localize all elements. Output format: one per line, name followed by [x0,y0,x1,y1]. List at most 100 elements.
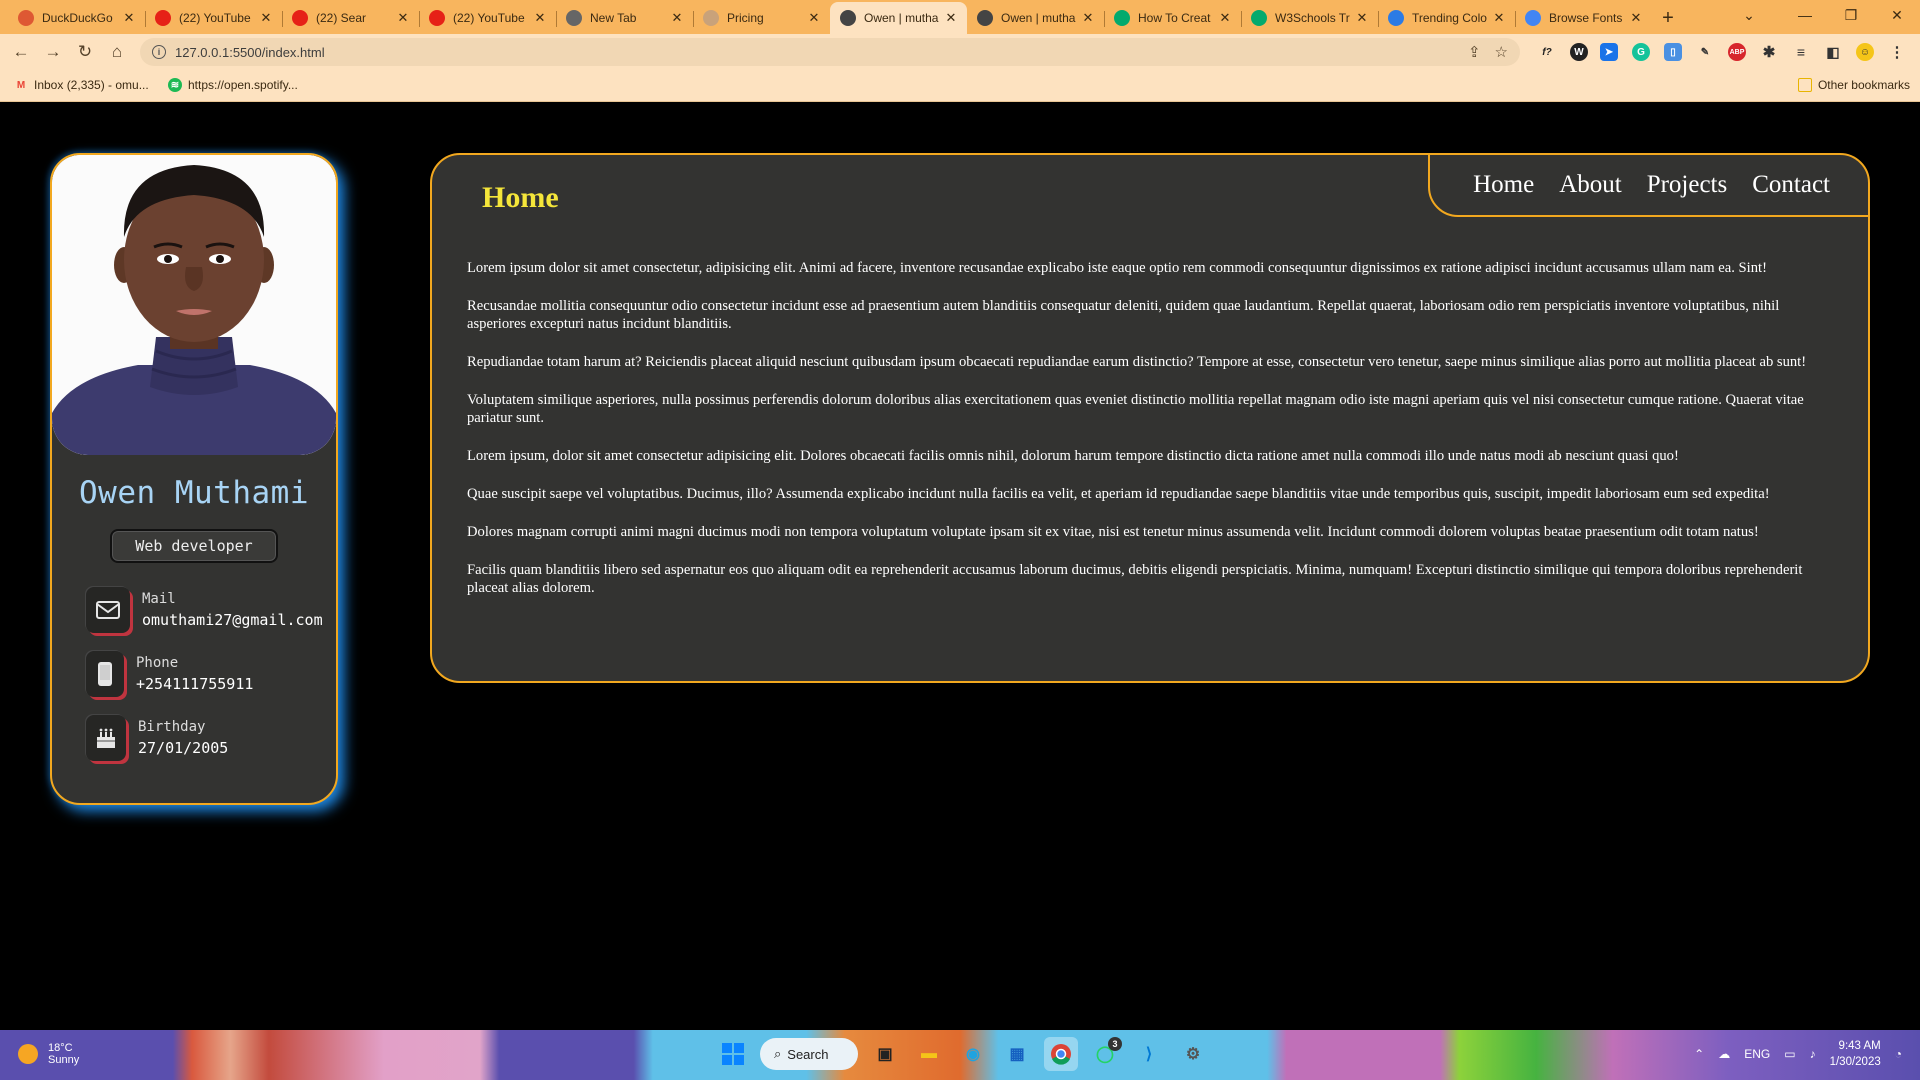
color-picker-icon[interactable]: ✎ [1696,43,1714,61]
windows-start-icon[interactable] [716,1037,750,1071]
browser-tab[interactable]: W3Schools Tr ✕ [1241,2,1378,34]
browser-tab[interactable]: (22) YouTube ✕ [145,2,282,34]
bookmark-star-icon[interactable]: ☆ [1495,43,1508,61]
adblock-icon[interactable]: ABP [1728,43,1746,61]
toolbar: ← → ↻ ⌂ i 127.0.0.1:5500/index.html ⇪ ☆ … [0,34,1920,70]
bookmark-gmail[interactable]: M Inbox (2,335) - omu... [14,78,149,92]
side-panel-icon[interactable]: ◧ [1824,43,1842,61]
nav-about[interactable]: About [1559,171,1622,199]
tab-search-icon[interactable]: ⌄ [1726,0,1772,30]
search-label: Search [787,1046,829,1062]
close-tab-icon[interactable]: ✕ [943,10,959,26]
site-info-icon[interactable]: i [152,45,166,59]
profile-name: Owen Muthami [79,475,309,511]
other-bookmarks-label: Other bookmarks [1817,78,1910,92]
forward-icon[interactable]: → [42,41,64,63]
profile-avatar-icon[interactable]: ☺ [1856,43,1874,61]
taskbar-apps: ⌕ Search ▣ ▬ ◉ ▦ ◯ 3 ⟩ ⚙ [716,1037,1210,1071]
duckduckgo-icon [18,10,34,26]
nav-home[interactable]: Home [1473,171,1534,199]
tab-title: (22) YouTube [179,11,251,25]
back-icon[interactable]: ← [10,41,32,63]
menu-kebab-icon[interactable]: ⋮ [1888,43,1906,61]
close-tab-icon[interactable]: ✕ [806,10,822,26]
system-tray: ⌃ ☁ ENG ▭ ♪ 9:43 AM 1/30/2023 ◔ [1694,1038,1902,1070]
bookmark-spotify[interactable]: ≋ https://open.spotify... [168,78,298,92]
time-text: 9:43 AM [1838,1040,1881,1052]
close-tab-icon[interactable]: ✕ [395,10,411,26]
cake-icon [86,715,126,761]
globe-icon [977,10,993,26]
weather-widget[interactable]: 18°C Sunny [18,1042,79,1066]
weather-desc: Sunny [48,1054,80,1066]
paragraph: Voluptatem similique asperiores, nulla p… [467,392,1804,426]
reading-list-icon[interactable]: ≡ [1792,43,1810,61]
navbar: Home About Projects Contact [1428,155,1868,217]
browser-tab[interactable]: Owen | mutha ✕ [830,2,967,34]
taskbar-search[interactable]: ⌕ Search [760,1038,858,1070]
browser-tab[interactable]: DuckDuckGo ✕ [8,2,145,34]
new-tab-button[interactable]: + [1652,2,1684,34]
edge-icon[interactable]: ◉ [956,1037,990,1071]
whatsapp-icon[interactable]: ◯ 3 [1088,1037,1122,1071]
contact-label: Birthday [138,719,206,735]
fontface-ninja-icon[interactable]: f? [1538,43,1556,61]
onedrive-cloud-icon[interactable]: ☁ [1718,1047,1730,1061]
notification-bell-icon[interactable]: ◔ [1895,1047,1902,1061]
bookmark-label: Inbox (2,335) - omu... [34,78,149,92]
browser-tab[interactable]: How To Creat ✕ [1104,2,1241,34]
browser-tab[interactable]: New Tab ✕ [556,2,693,34]
tab-title: (22) Sear [316,11,367,25]
phone-icon [86,651,124,697]
display-icon[interactable]: ▭ [1784,1047,1795,1061]
browser-tab[interactable]: (22) YouTube ✕ [419,2,556,34]
address-bar[interactable]: i 127.0.0.1:5500/index.html ⇪ ☆ [140,38,1520,66]
nav-contact[interactable]: Contact [1752,171,1830,199]
close-tab-icon[interactable]: ✕ [669,10,685,26]
close-tab-icon[interactable]: ✕ [1080,10,1096,26]
grammarly-icon[interactable]: G [1632,43,1650,61]
close-tab-icon[interactable]: ✕ [532,10,548,26]
home-icon[interactable]: ⌂ [106,41,128,63]
close-tab-icon[interactable]: ✕ [1354,10,1370,26]
url-text[interactable]: 127.0.0.1:5500/index.html [175,45,325,60]
extension-icon[interactable]: W [1570,43,1588,61]
chevron-up-icon[interactable]: ⌃ [1694,1047,1704,1061]
close-tab-icon[interactable]: ✕ [1628,10,1644,26]
browser-tab[interactable]: Pricing ✕ [693,2,830,34]
browser-tab[interactable]: (22) Sear ✕ [282,2,419,34]
birthday-value: 27/01/2005 [138,739,229,757]
date-text: 1/30/2023 [1829,1056,1881,1068]
close-tab-icon[interactable]: ✕ [258,10,274,26]
page-title: Home [482,181,559,214]
other-bookmarks[interactable]: Other bookmarks [1797,78,1910,92]
extension-arrow-icon[interactable]: ➤ [1600,43,1618,61]
share-icon[interactable]: ⇪ [1468,43,1481,61]
browser-tab[interactable]: Owen | mutha ✕ [967,2,1104,34]
clock[interactable]: 9:43 AM 1/30/2023 [1830,1038,1881,1070]
browser-tab[interactable]: Trending Colo ✕ [1378,2,1515,34]
browser-tab[interactable]: Browse Fonts ✕ [1515,2,1652,34]
restore-icon[interactable]: ❐ [1828,0,1874,30]
volume-icon[interactable]: ♪ [1810,1047,1816,1061]
contact-label: Phone [136,655,179,671]
gmail-icon: M [16,79,26,91]
task-view-icon[interactable]: ▣ [868,1037,902,1071]
minimize-icon[interactable]: — [1782,0,1828,30]
close-window-icon[interactable]: ✕ [1874,0,1920,30]
nav-projects[interactable]: Projects [1647,171,1728,199]
extensions-puzzle-icon[interactable]: ✱ [1760,43,1778,61]
settings-gear-icon[interactable]: ⚙ [1176,1037,1210,1071]
phone-value: +254111755911 [136,675,254,693]
youtube-icon [155,10,171,26]
file-explorer-icon[interactable]: ▬ [912,1037,946,1071]
extension-page-icon[interactable]: ▯ [1664,43,1682,61]
store-icon[interactable]: ▦ [1000,1037,1034,1071]
close-tab-icon[interactable]: ✕ [1491,10,1507,26]
language-indicator[interactable]: ENG [1744,1047,1770,1061]
close-tab-icon[interactable]: ✕ [121,10,137,26]
reload-icon[interactable]: ↻ [74,41,96,63]
close-tab-icon[interactable]: ✕ [1217,10,1233,26]
vscode-icon[interactable]: ⟩ [1132,1037,1166,1071]
chrome-icon[interactable] [1044,1037,1078,1071]
